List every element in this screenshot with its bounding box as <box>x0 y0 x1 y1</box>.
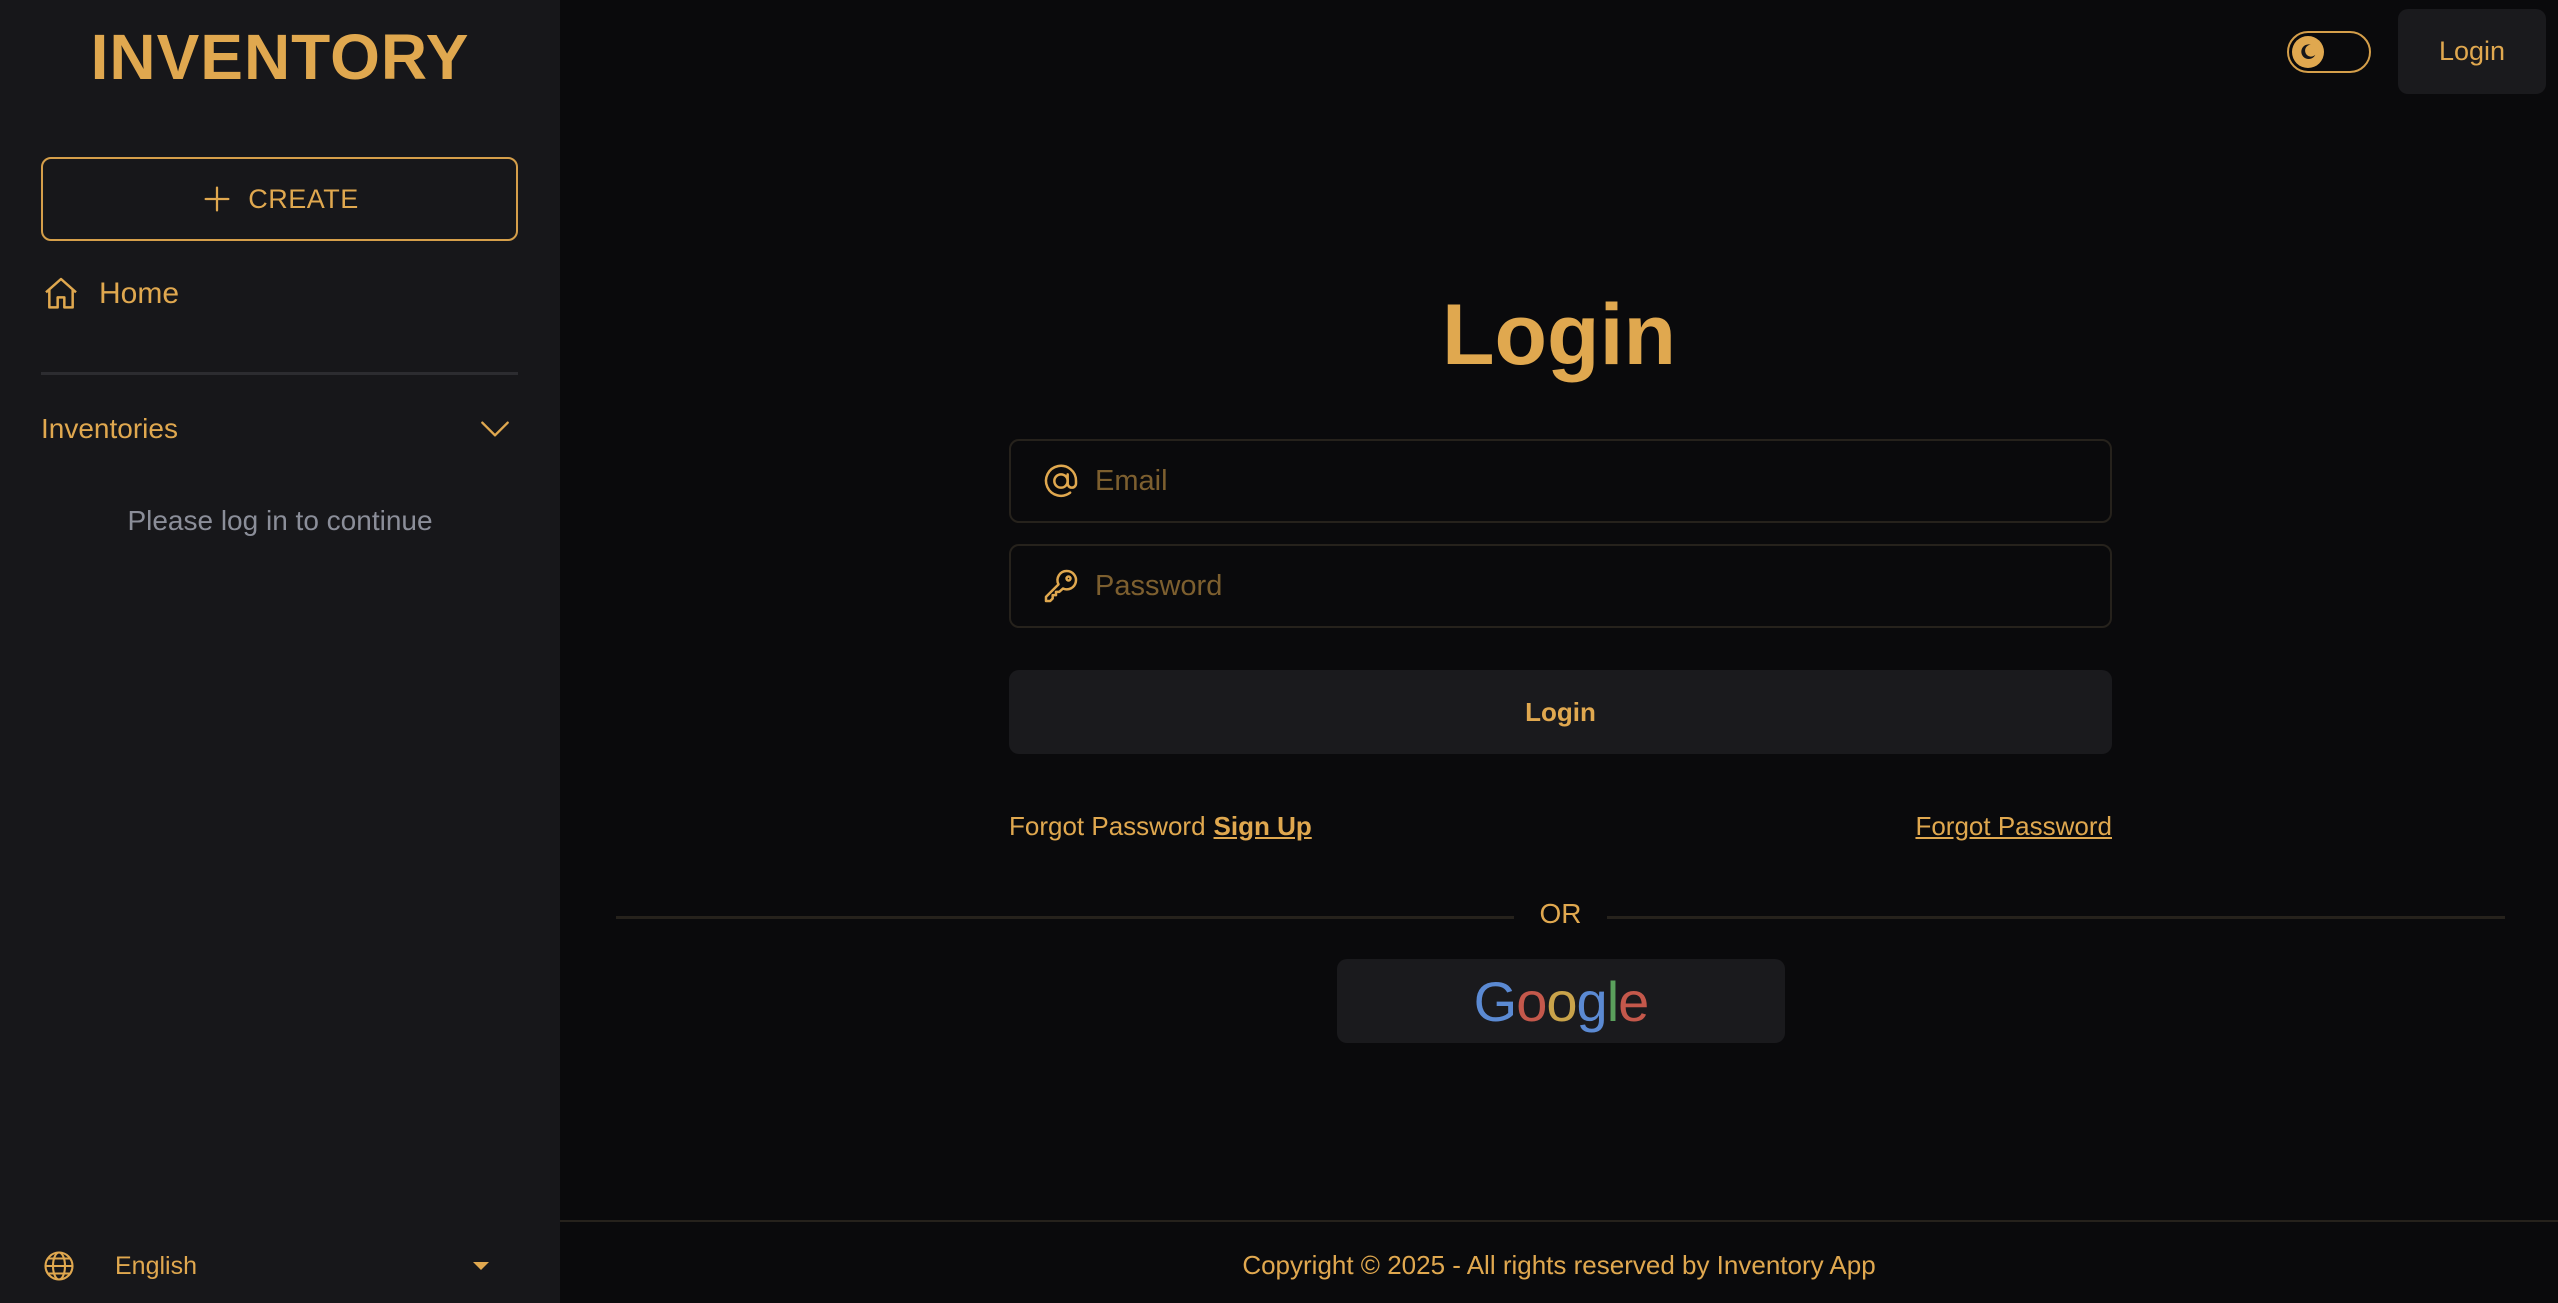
create-label: CREATE <box>248 183 359 214</box>
sidebar-divider <box>41 372 518 375</box>
at-icon <box>1044 464 1078 498</box>
google-logo-letter: e <box>1618 969 1649 1033</box>
login-hint: Please log in to continue <box>127 505 433 536</box>
or-divider-right <box>1607 916 2505 919</box>
google-logo-letter: o <box>1546 969 1577 1033</box>
signup-prompt: Forgot Password Sign Up <box>1009 811 1312 842</box>
google-logo-letter: g <box>1576 969 1608 1033</box>
sidebar-item-home[interactable]: Home <box>41 270 179 318</box>
or-divider-left <box>616 916 1514 919</box>
key-icon <box>1044 569 1078 603</box>
plus-icon <box>204 186 230 212</box>
inventories-label: Inventories <box>41 413 178 444</box>
email-field[interactable] <box>1009 439 2112 523</box>
password-field[interactable] <box>1009 544 2112 628</box>
home-icon <box>45 277 77 309</box>
forgot-password-link[interactable]: Forgot Password <box>1915 811 2112 842</box>
language-label: English <box>115 1251 197 1280</box>
inventories-toggle[interactable]: Inventories <box>41 405 518 453</box>
globe-icon <box>44 1251 74 1281</box>
email-input[interactable] <box>1095 441 2110 521</box>
forgot-password-text: Forgot Password <box>1009 810 1206 841</box>
google-logo-letter: G <box>1473 969 1518 1033</box>
login-submit-button[interactable]: Login <box>1009 670 2112 754</box>
signup-link[interactable]: Sign Up <box>1214 811 1312 841</box>
google-logo-letter: o <box>1516 969 1547 1033</box>
create-button[interactable]: CREATE <box>41 157 518 241</box>
caret-down-icon <box>473 1262 489 1270</box>
footer-copyright: Copyright © 2025 - All rights reserved b… <box>1242 1250 1876 1280</box>
toggle-knob <box>2292 36 2324 68</box>
header-login-button[interactable]: Login <box>2398 9 2546 94</box>
google-logo-letter: l <box>1606 969 1619 1033</box>
sidebar: INVENTORY CREATE Home Inventories Please… <box>0 0 560 1303</box>
app-root: INVENTORY CREATE Home Inventories Please… <box>0 0 2558 1303</box>
or-label: OR <box>1539 898 1582 929</box>
sidebar-item-home-label: Home <box>99 277 180 310</box>
auth-links: Forgot Password Sign Up Forgot Password <box>1009 808 2112 844</box>
brand-logo[interactable]: INVENTORY <box>0 20 560 94</box>
password-input[interactable] <box>1095 546 2110 626</box>
theme-toggle[interactable] <box>2287 31 2371 73</box>
footer-divider <box>560 1220 2558 1222</box>
google-signin-button[interactable]: Google <box>1337 959 1785 1043</box>
chevron-down-icon <box>481 421 509 437</box>
language-selector[interactable]: English <box>41 1243 491 1289</box>
moon-icon <box>2301 44 2316 60</box>
page-title: Login <box>1441 287 1677 383</box>
